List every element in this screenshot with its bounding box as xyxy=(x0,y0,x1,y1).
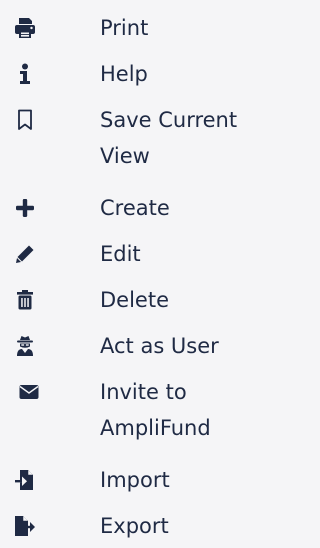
menu-item-save-current-view[interactable]: Save Current View xyxy=(0,102,269,174)
menu-item-label: Export xyxy=(100,514,169,538)
actions-menu: Print Help Save Current View Create Edit… xyxy=(0,0,269,548)
menu-item-act-as-user[interactable]: Act as User xyxy=(0,328,269,364)
menu-item-invite-to-amplifund[interactable]: Invite to AmpliFund xyxy=(0,374,269,446)
menu-item-label: Print xyxy=(100,16,149,40)
info-icon xyxy=(8,60,42,88)
menu-item-import[interactable]: Import xyxy=(0,462,269,498)
menu-item-delete[interactable]: Delete xyxy=(0,282,269,318)
menu-item-label: Delete xyxy=(100,288,169,312)
user-secret-icon xyxy=(8,332,42,360)
menu-item-create[interactable]: Create xyxy=(0,190,269,226)
menu-item-label: Help xyxy=(100,62,148,86)
file-import-icon xyxy=(8,466,42,494)
menu-item-label: Save Current View xyxy=(100,108,238,168)
print-icon xyxy=(8,14,42,42)
menu-item-label: Invite to AmpliFund xyxy=(100,380,211,440)
plus-icon xyxy=(8,194,42,222)
menu-item-label: Create xyxy=(100,196,170,220)
pencil-icon xyxy=(8,240,42,268)
menu-item-export[interactable]: Export xyxy=(0,508,269,544)
file-export-icon xyxy=(8,512,42,540)
menu-item-edit[interactable]: Edit xyxy=(0,236,269,272)
menu-item-help[interactable]: Help xyxy=(0,56,269,92)
menu-item-label: Edit xyxy=(100,242,141,266)
menu-item-label: Act as User xyxy=(100,334,219,358)
bookmark-icon xyxy=(8,106,42,134)
envelope-icon xyxy=(12,378,46,406)
trash-icon xyxy=(8,286,42,314)
menu-item-print[interactable]: Print xyxy=(0,10,269,46)
menu-item-label: Import xyxy=(100,468,170,492)
